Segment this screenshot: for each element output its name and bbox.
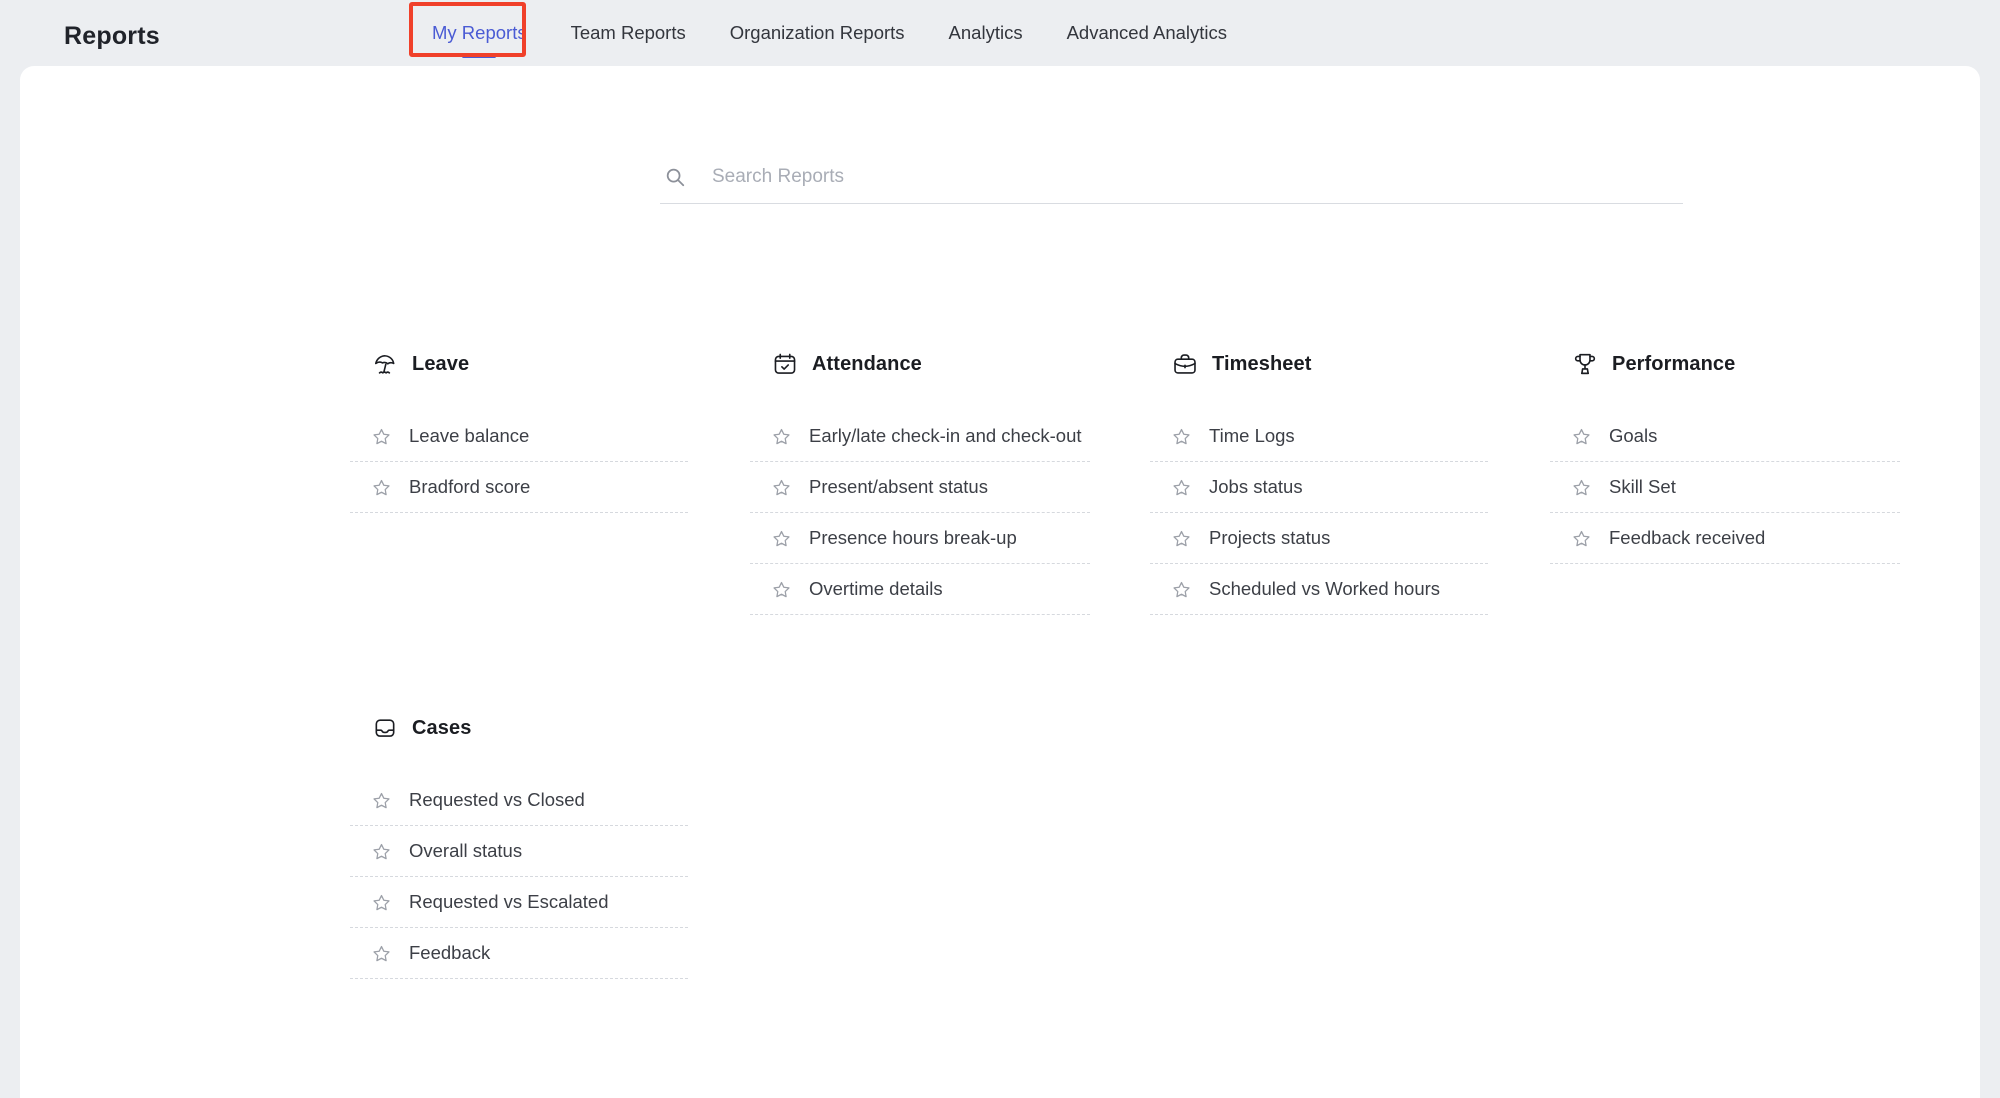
search-bar[interactable] (660, 150, 1683, 204)
report-item-label: Overall status (409, 840, 523, 861)
star-icon[interactable] (1572, 478, 1591, 497)
tab-bar: My Reports Team Reports Organization Repor… (410, 0, 1249, 66)
report-group-performance: Performance Goals Skill Set Feedback receiv… (1550, 351, 1950, 615)
star-icon[interactable] (372, 944, 391, 963)
star-icon[interactable] (372, 893, 391, 912)
briefcase-icon (1172, 351, 1198, 377)
report-item-label: Early/late check-in and check-out (809, 425, 1082, 446)
report-item-label: Feedback (409, 942, 491, 963)
group-title: Timesheet (1212, 352, 1312, 375)
content-panel: Leave Leave balance Bradford score Attendan… (20, 66, 1980, 1098)
inbox-tray-icon (372, 715, 398, 741)
report-item-label: Scheduled vs Worked hours (1209, 578, 1441, 599)
tab-label: Advanced Analytics (1066, 22, 1228, 43)
star-icon[interactable] (1572, 529, 1591, 548)
top-bar: Reports My Reports Team Reports Organizati… (0, 0, 2000, 66)
star-icon[interactable] (772, 529, 791, 548)
report-list: Leave balance Bradford score (350, 411, 688, 513)
beach-umbrella-icon (372, 351, 398, 377)
tab-advanced-analytics[interactable]: Advanced Analytics (1045, 0, 1249, 66)
page-title: Reports (64, 22, 160, 50)
report-list-item[interactable]: Requested vs Closed (350, 775, 688, 826)
star-icon[interactable] (1172, 529, 1191, 548)
star-icon[interactable] (372, 427, 391, 446)
report-list: Goals Skill Set Feedback received (1550, 411, 1900, 564)
group-header: Leave (350, 351, 750, 377)
report-item-label: Overtime details (809, 578, 943, 599)
report-group-cases: Cases Requested vs Closed Overall status Re… (350, 715, 750, 979)
star-icon[interactable] (372, 791, 391, 810)
report-item-label: Goals (1609, 425, 1658, 446)
tab-organization-reports[interactable]: Organization Reports (708, 0, 927, 66)
report-list: Early/late check-in and check-out Present… (750, 411, 1090, 615)
group-title: Attendance (812, 352, 922, 375)
star-icon[interactable] (1572, 427, 1591, 446)
report-list: Requested vs Closed Overall status Request… (350, 775, 688, 979)
star-icon[interactable] (1172, 580, 1191, 599)
tab-label: Team Reports (570, 22, 686, 43)
report-list-item[interactable]: Leave balance (350, 411, 688, 462)
group-title: Leave (412, 352, 470, 375)
report-list: Time Logs Jobs status Projects status Sched… (1150, 411, 1488, 615)
report-item-label: Leave balance (409, 425, 530, 446)
search-input[interactable] (712, 165, 1612, 188)
report-list-item[interactable]: Presence hours break-up (750, 513, 1090, 564)
report-list-item[interactable]: Bradford score (350, 462, 688, 513)
group-title: Cases (412, 716, 472, 739)
report-list-item[interactable]: Projects status (1150, 513, 1488, 564)
report-list-item[interactable]: Goals (1550, 411, 1900, 462)
trophy-icon (1572, 351, 1598, 377)
star-icon[interactable] (772, 580, 791, 599)
report-item-label: Time Logs (1209, 425, 1295, 446)
report-list-item[interactable]: Feedback received (1550, 513, 1900, 564)
report-group-timesheet: Timesheet Time Logs Jobs status Projects st… (1150, 351, 1550, 615)
report-item-label: Jobs status (1209, 476, 1303, 497)
report-list-item[interactable]: Early/late check-in and check-out (750, 411, 1090, 462)
report-list-item[interactable]: Present/absent status (750, 462, 1090, 513)
tab-team-reports[interactable]: Team Reports (549, 0, 708, 66)
tab-analytics[interactable]: Analytics (927, 0, 1045, 66)
report-group-leave: Leave Leave balance Bradford score (350, 351, 750, 615)
report-item-label: Bradford score (409, 476, 531, 497)
report-list-item[interactable]: Overtime details (750, 564, 1090, 615)
tab-my-reports[interactable]: My Reports (410, 0, 549, 66)
group-title: Performance (1612, 352, 1736, 375)
search-icon (664, 166, 686, 188)
tab-label: My Reports (432, 22, 527, 43)
report-list-item[interactable]: Overall status (350, 826, 688, 877)
star-icon[interactable] (372, 842, 391, 861)
report-group-attendance: Attendance Early/late check-in and check-… (750, 351, 1150, 615)
tab-label: Organization Reports (729, 22, 905, 43)
report-list-item[interactable]: Jobs status (1150, 462, 1488, 513)
report-item-label: Skill Set (1609, 476, 1676, 497)
group-header: Performance (1550, 351, 1950, 377)
report-list-item[interactable]: Skill Set (1550, 462, 1900, 513)
reports-page: Reports My Reports Team Reports Organizati… (0, 0, 2000, 1098)
report-item-label: Requested vs Closed (409, 789, 585, 810)
report-item-label: Presence hours break-up (809, 527, 1017, 548)
report-groups-grid: Leave Leave balance Bradford score Attendan… (350, 351, 1970, 1079)
report-item-label: Feedback received (1609, 527, 1766, 548)
report-item-label: Projects status (1209, 527, 1331, 548)
report-list-item[interactable]: Feedback (350, 928, 688, 979)
group-header: Cases (350, 715, 750, 741)
report-list-item[interactable]: Time Logs (1150, 411, 1488, 462)
star-icon[interactable] (372, 478, 391, 497)
group-header: Timesheet (1150, 351, 1550, 377)
report-list-item[interactable]: Scheduled vs Worked hours (1150, 564, 1488, 615)
star-icon[interactable] (1172, 478, 1191, 497)
report-item-label: Present/absent status (809, 476, 988, 497)
report-item-label: Requested vs Escalated (409, 891, 609, 912)
tab-label: Analytics (948, 22, 1023, 43)
report-list-item[interactable]: Requested vs Escalated (350, 877, 688, 928)
calendar-check-icon (772, 351, 798, 377)
group-header: Attendance (750, 351, 1150, 377)
star-icon[interactable] (772, 478, 791, 497)
star-icon[interactable] (1172, 427, 1191, 446)
star-icon[interactable] (772, 427, 791, 446)
